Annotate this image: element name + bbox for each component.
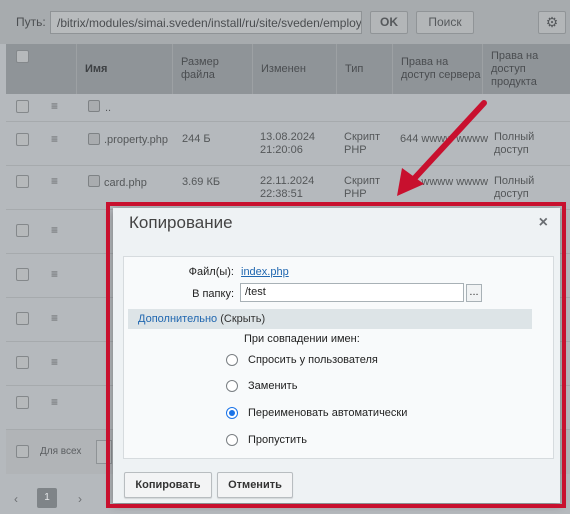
annotation-arrow: [397, 100, 487, 196]
